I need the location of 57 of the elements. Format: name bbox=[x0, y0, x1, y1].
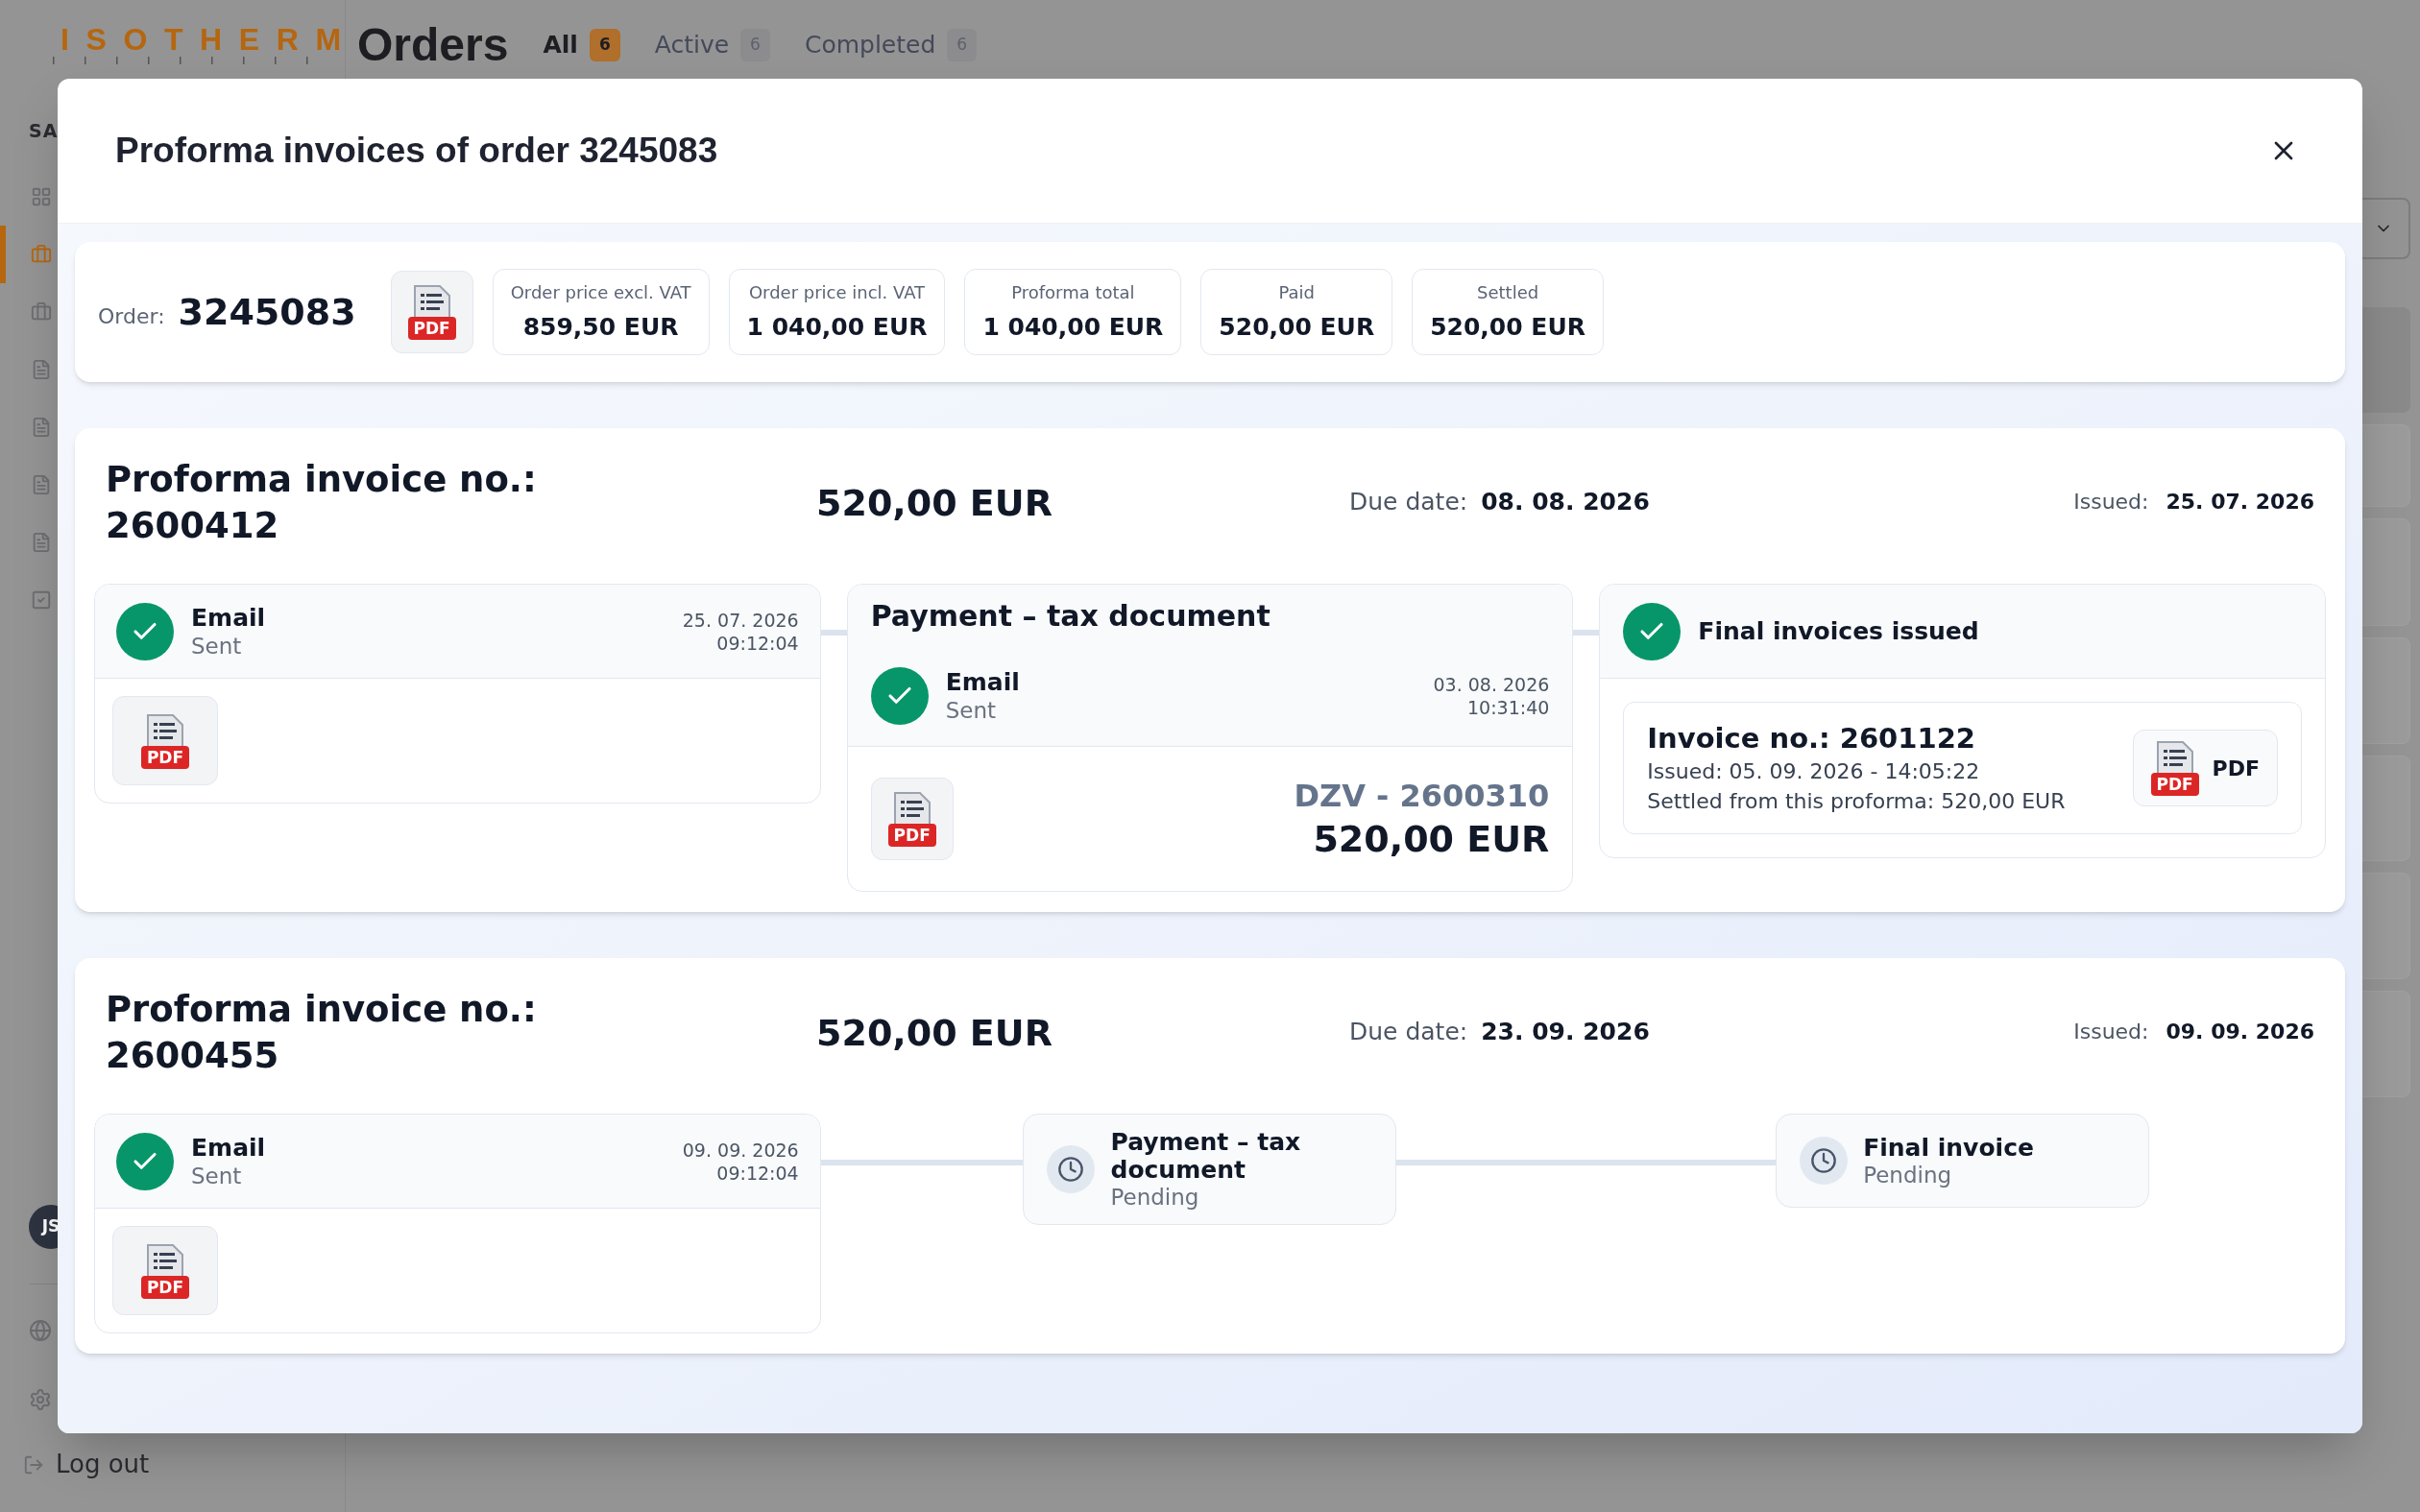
issued-date: 09. 09. 2026 bbox=[2166, 1019, 2314, 1045]
step-time: 10:31:40 bbox=[1467, 696, 1550, 719]
invoice-settled: Settled from this proforma: 520,00 EUR bbox=[1647, 788, 2066, 815]
stat-value: 520,00 EUR bbox=[1219, 311, 1375, 343]
issued-label: Issued: bbox=[2073, 1019, 2149, 1045]
step-status: Sent bbox=[945, 697, 997, 724]
due-date-label: Due date: bbox=[1349, 487, 1468, 517]
proforma-title: Proforma invoice no.: 2600412 bbox=[106, 458, 538, 548]
step-status: Pending bbox=[1110, 1184, 1200, 1211]
issued-date: 25. 07. 2026 bbox=[2166, 489, 2314, 516]
logo-text: ISOTHERM bbox=[60, 24, 358, 55]
proforma-amount: 520,00 EUR bbox=[816, 481, 1053, 526]
due-date: 08. 08. 2026 bbox=[1481, 487, 1650, 517]
stat-value: 859,50 EUR bbox=[522, 311, 679, 343]
pdf-badge: PDF bbox=[141, 745, 189, 769]
step-status: Sent bbox=[191, 1162, 243, 1189]
step-time: 09:12:04 bbox=[716, 1161, 799, 1185]
step-title: Payment – tax document bbox=[1110, 1128, 1302, 1184]
step-status: Pending bbox=[1863, 1161, 1953, 1188]
sidebar-section-label: SA bbox=[29, 120, 59, 141]
invoice-title: Invoice no.: 2601122 bbox=[1647, 721, 1976, 756]
invoice-issued: Issued: 05. 09. 2026 - 14:05:22 bbox=[1647, 758, 1981, 785]
stat-value: 1 040,00 EUR bbox=[746, 311, 928, 343]
stat-label: Settled bbox=[1477, 280, 1539, 304]
document-number: DZV - 2600310 bbox=[1294, 777, 1550, 816]
step-date: 03. 08. 2026 bbox=[1433, 673, 1550, 696]
due-date: 23. 09. 2026 bbox=[1481, 1017, 1650, 1047]
stat-label: Order price incl. VAT bbox=[748, 280, 926, 304]
order-number: 3245083 bbox=[178, 289, 356, 335]
pdf-badge: PDF bbox=[2150, 773, 2199, 796]
stat-value: 1 040,00 EUR bbox=[982, 311, 1164, 343]
proforma-title: Proforma invoice no.: 2600455 bbox=[106, 988, 538, 1078]
issued-label: Issued: bbox=[2073, 489, 2149, 516]
stat-label: Paid bbox=[1278, 280, 1315, 304]
proforma-amount: 520,00 EUR bbox=[816, 1011, 1053, 1056]
dialog-title: Proforma invoices of order 3245083 bbox=[115, 130, 718, 173]
step-title: Email bbox=[191, 603, 267, 633]
step-status: Sent bbox=[191, 632, 243, 660]
stat-label: Proforma total bbox=[1011, 280, 1135, 304]
due-date-label: Due date: bbox=[1349, 1017, 1468, 1047]
pdf-badge: PDF bbox=[407, 317, 456, 340]
document-amount: 520,00 EUR bbox=[1313, 817, 1550, 862]
step-heading: Payment – tax document bbox=[870, 598, 1271, 635]
step-title: Email bbox=[945, 668, 1021, 697]
stat-label: Order price excl. VAT bbox=[510, 280, 691, 304]
order-label: Order: bbox=[98, 302, 165, 330]
stat-value: 520,00 EUR bbox=[1430, 311, 1585, 343]
step-date: 09. 09. 2026 bbox=[682, 1138, 799, 1162]
step-date: 25. 07. 2026 bbox=[682, 608, 799, 632]
pdf-badge: PDF bbox=[887, 824, 936, 847]
pdf-badge: PDF bbox=[141, 1275, 189, 1299]
page-title: Orders bbox=[357, 18, 509, 72]
step-title: Final invoice bbox=[1863, 1133, 2034, 1162]
step-time: 09:12:04 bbox=[716, 631, 799, 655]
step-heading: Final invoices issued bbox=[1698, 615, 1979, 647]
step-title: Email bbox=[191, 1133, 267, 1163]
count-badge: 6 bbox=[589, 29, 620, 61]
